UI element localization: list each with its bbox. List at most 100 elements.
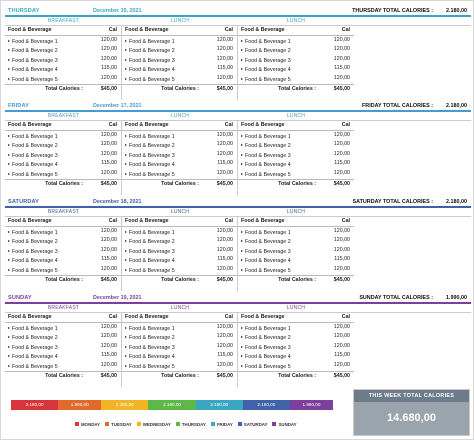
food-item-cal[interactable]: 120,00 xyxy=(334,150,350,160)
food-item-cal[interactable]: 120,00 xyxy=(101,45,117,55)
meal-item-row[interactable]: Food & Beverage 4115,00 xyxy=(5,64,121,74)
food-item-cal[interactable]: 120,00 xyxy=(217,323,233,333)
food-item-cal[interactable]: 115,00 xyxy=(217,159,233,169)
meal-item-row[interactable]: Food & Beverage 2120,00 xyxy=(5,332,121,342)
food-item-cal[interactable]: 120,00 xyxy=(217,140,233,150)
meal-item-row[interactable]: Food & Beverage 2120,00 xyxy=(122,140,237,150)
meal-item-row[interactable]: Food & Beverage 4115,00 xyxy=(122,159,237,169)
meal-item-row[interactable]: Food & Beverage 5120,00 xyxy=(5,265,121,275)
food-item-cal[interactable]: 120,00 xyxy=(217,265,233,275)
meal-item-row[interactable]: Food & Beverage 3120,00 xyxy=(5,246,121,256)
meal-item-row[interactable]: Food & Beverage 5120,00 xyxy=(5,361,121,371)
food-item-cal[interactable]: 120,00 xyxy=(334,236,350,246)
food-item-cal[interactable]: 120,00 xyxy=(334,45,350,55)
food-item-cal[interactable]: 120,00 xyxy=(101,246,117,256)
food-item-cal[interactable]: 120,00 xyxy=(217,45,233,55)
food-item-cal[interactable]: 115,00 xyxy=(101,351,117,361)
food-item-cal[interactable]: 120,00 xyxy=(101,332,117,342)
meal-item-row[interactable]: Food & Beverage 4115,00 xyxy=(238,64,354,74)
food-item-cal[interactable]: 120,00 xyxy=(334,265,350,275)
food-item-cal[interactable]: 120,00 xyxy=(101,265,117,275)
meal-item-row[interactable]: Food & Beverage 5120,00 xyxy=(122,265,237,275)
food-item-cal[interactable]: 120,00 xyxy=(217,169,233,179)
meal-item-row[interactable]: Food & Beverage 4115,00 xyxy=(122,351,237,361)
meal-item-row[interactable]: Food & Beverage 4115,00 xyxy=(5,255,121,265)
meal-item-row[interactable]: Food & Beverage 2120,00 xyxy=(238,45,354,55)
meal-item-row[interactable]: Food & Beverage 3120,00 xyxy=(122,246,237,256)
meal-item-row[interactable]: Food & Beverage 2120,00 xyxy=(238,236,354,246)
meal-item-row[interactable]: Food & Beverage 5120,00 xyxy=(122,169,237,179)
meal-item-row[interactable]: Food & Beverage 3120,00 xyxy=(5,150,121,160)
meal-item-row[interactable]: Food & Beverage 3120,00 xyxy=(238,342,354,352)
meal-item-row[interactable]: Food & Beverage 2120,00 xyxy=(122,45,237,55)
meal-item-row[interactable]: Food & Beverage 3120,00 xyxy=(238,150,354,160)
food-item-cal[interactable]: 120,00 xyxy=(334,131,350,141)
meal-item-row[interactable]: Food & Beverage 1120,00 xyxy=(122,36,237,46)
food-item-cal[interactable]: 120,00 xyxy=(101,361,117,371)
meal-item-row[interactable]: Food & Beverage 4115,00 xyxy=(5,351,121,361)
food-item-cal[interactable]: 120,00 xyxy=(101,74,117,84)
meal-item-row[interactable]: Food & Beverage 5120,00 xyxy=(238,361,354,371)
meal-item-row[interactable]: Food & Beverage 2120,00 xyxy=(238,140,354,150)
meal-item-row[interactable]: Food & Beverage 2120,00 xyxy=(122,332,237,342)
meal-item-row[interactable]: Food & Beverage 1120,00 xyxy=(122,323,237,333)
food-item-cal[interactable]: 115,00 xyxy=(334,351,350,361)
meal-item-row[interactable]: Food & Beverage 5120,00 xyxy=(238,169,354,179)
food-item-cal[interactable]: 120,00 xyxy=(101,140,117,150)
food-item-cal[interactable]: 115,00 xyxy=(334,159,350,169)
food-item-cal[interactable]: 115,00 xyxy=(101,255,117,265)
food-item-cal[interactable]: 120,00 xyxy=(217,36,233,46)
food-item-cal[interactable]: 115,00 xyxy=(217,351,233,361)
food-item-cal[interactable]: 120,00 xyxy=(217,74,233,84)
meal-item-row[interactable]: Food & Beverage 2120,00 xyxy=(5,236,121,246)
food-item-cal[interactable]: 120,00 xyxy=(101,323,117,333)
food-item-cal[interactable]: 120,00 xyxy=(101,36,117,46)
meal-item-row[interactable]: Food & Beverage 2120,00 xyxy=(5,45,121,55)
meal-item-row[interactable]: Food & Beverage 1120,00 xyxy=(238,36,354,46)
food-item-cal[interactable]: 120,00 xyxy=(101,150,117,160)
food-item-cal[interactable]: 120,00 xyxy=(217,342,233,352)
food-item-cal[interactable]: 120,00 xyxy=(217,361,233,371)
food-item-cal[interactable]: 120,00 xyxy=(217,150,233,160)
meal-item-row[interactable]: Food & Beverage 3120,00 xyxy=(238,55,354,65)
meal-item-row[interactable]: Food & Beverage 4115,00 xyxy=(238,159,354,169)
meal-item-row[interactable]: Food & Beverage 5120,00 xyxy=(5,169,121,179)
meal-item-row[interactable]: Food & Beverage 4115,00 xyxy=(122,64,237,74)
meal-item-row[interactable]: Food & Beverage 3120,00 xyxy=(122,342,237,352)
meal-item-row[interactable]: Food & Beverage 2120,00 xyxy=(238,332,354,342)
food-item-cal[interactable]: 115,00 xyxy=(217,64,233,74)
food-item-cal[interactable]: 120,00 xyxy=(334,55,350,65)
meal-item-row[interactable]: Food & Beverage 1120,00 xyxy=(122,227,237,237)
food-item-cal[interactable]: 120,00 xyxy=(101,227,117,237)
meal-item-row[interactable]: Food & Beverage 1120,00 xyxy=(238,227,354,237)
food-item-cal[interactable]: 115,00 xyxy=(101,64,117,74)
food-item-cal[interactable]: 120,00 xyxy=(334,140,350,150)
food-item-cal[interactable]: 120,00 xyxy=(101,342,117,352)
meal-item-row[interactable]: Food & Beverage 3120,00 xyxy=(5,55,121,65)
meal-item-row[interactable]: Food & Beverage 2120,00 xyxy=(5,140,121,150)
meal-item-row[interactable]: Food & Beverage 4115,00 xyxy=(5,159,121,169)
meal-item-row[interactable]: Food & Beverage 1120,00 xyxy=(5,36,121,46)
food-item-cal[interactable]: 120,00 xyxy=(334,332,350,342)
food-item-cal[interactable]: 120,00 xyxy=(334,227,350,237)
meal-item-row[interactable]: Food & Beverage 3120,00 xyxy=(5,342,121,352)
meal-item-row[interactable]: Food & Beverage 1120,00 xyxy=(5,323,121,333)
meal-item-row[interactable]: Food & Beverage 1120,00 xyxy=(5,131,121,141)
food-item-cal[interactable]: 115,00 xyxy=(334,255,350,265)
meal-item-row[interactable]: Food & Beverage 2120,00 xyxy=(122,236,237,246)
food-item-cal[interactable]: 120,00 xyxy=(334,169,350,179)
food-item-cal[interactable]: 120,00 xyxy=(101,236,117,246)
food-item-cal[interactable]: 120,00 xyxy=(334,342,350,352)
food-item-cal[interactable]: 120,00 xyxy=(217,227,233,237)
meal-item-row[interactable]: Food & Beverage 5120,00 xyxy=(5,74,121,84)
meal-item-row[interactable]: Food & Beverage 3120,00 xyxy=(238,246,354,256)
food-item-cal[interactable]: 120,00 xyxy=(334,36,350,46)
meal-item-row[interactable]: Food & Beverage 1120,00 xyxy=(238,131,354,141)
meal-item-row[interactable]: Food & Beverage 4115,00 xyxy=(122,255,237,265)
food-item-cal[interactable]: 120,00 xyxy=(334,323,350,333)
meal-item-row[interactable]: Food & Beverage 4115,00 xyxy=(238,351,354,361)
food-item-cal[interactable]: 120,00 xyxy=(334,361,350,371)
food-item-cal[interactable]: 120,00 xyxy=(217,236,233,246)
meal-item-row[interactable]: Food & Beverage 5120,00 xyxy=(238,265,354,275)
food-item-cal[interactable]: 120,00 xyxy=(217,332,233,342)
